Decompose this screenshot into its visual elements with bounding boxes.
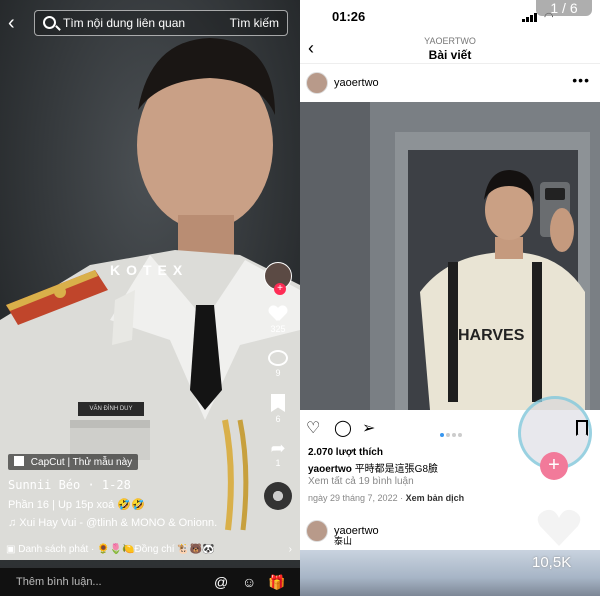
heart-icon[interactable]: ♡ bbox=[306, 418, 320, 438]
carousel-dots bbox=[440, 424, 464, 442]
like-count[interactable]: 2.070 lượt thích bbox=[308, 447, 383, 458]
send-icon[interactable]: ➢ bbox=[362, 418, 375, 438]
image-pager: 1 / 6 bbox=[536, 0, 592, 16]
capcut-icon bbox=[14, 456, 24, 466]
save-button[interactable]: 6 bbox=[262, 394, 294, 424]
gift-icon[interactable]: 🎁 bbox=[268, 574, 285, 591]
comment-bar: Thêm bình luận... @ ☺ 🎁 bbox=[0, 568, 300, 596]
avatar[interactable] bbox=[306, 72, 328, 94]
view-comments-link[interactable]: Xem tất cả 19 bình luận bbox=[308, 476, 414, 487]
playlist-bar[interactable]: ▣ Danh sách phát · 🌻🌷🍋Đồng chí 🐮🐻🐼 › bbox=[6, 544, 296, 555]
more-icon[interactable]: ••• bbox=[572, 72, 590, 88]
name-tag: VĂN ĐÌNH DUY bbox=[78, 402, 144, 416]
chevron-right-icon: › bbox=[288, 544, 292, 555]
like-count: 325 bbox=[270, 324, 286, 334]
creator-username[interactable]: Sunnii Béo · 1-28 bbox=[8, 478, 258, 492]
watermark-text: KOTEX bbox=[110, 262, 189, 278]
post-caption: yaoertwo 平時都是這張G8臉 bbox=[308, 460, 438, 475]
emoji-icon[interactable]: ☺ bbox=[242, 574, 256, 590]
playlist-label: Danh sách phát · 🌻🌷🍋Đồng chí 🐮🐻🐼 bbox=[18, 544, 215, 555]
avatar[interactable] bbox=[306, 520, 328, 542]
mention-icon[interactable]: @ bbox=[214, 574, 228, 590]
video-caption: CapCut | Thử mẫu này Sunnii Béo · 1-28 P… bbox=[8, 452, 258, 529]
capcut-template-link[interactable]: CapCut | Thử mẫu này bbox=[8, 454, 139, 470]
shirt-text: HARVES bbox=[458, 327, 525, 344]
status-time: 01:26 bbox=[332, 9, 366, 24]
signal-icon bbox=[522, 12, 538, 22]
comment-icon[interactable]: ◯ bbox=[334, 418, 352, 438]
post-image[interactable]: HARVES bbox=[300, 102, 600, 410]
share-button[interactable]: ➦ 1 bbox=[262, 438, 294, 468]
like-button[interactable]: 325 bbox=[262, 306, 294, 334]
post-location: 泰山 bbox=[334, 536, 353, 546]
caption-text: 平時都是這張G8臉 bbox=[354, 464, 439, 475]
capcut-label: CapCut | Thử mẫu này bbox=[30, 457, 133, 468]
search-button[interactable]: Tìm kiếm bbox=[230, 16, 279, 30]
post-author-row: yaoertwo ••• bbox=[300, 70, 600, 98]
search-icon bbox=[43, 16, 56, 29]
header-username: YAOERTWO bbox=[424, 36, 476, 46]
page-title: Bài viết bbox=[428, 48, 472, 62]
comment-input[interactable]: Thêm bình luận... bbox=[16, 576, 102, 588]
share-count: 1 bbox=[275, 458, 281, 468]
heart-icon bbox=[269, 306, 287, 322]
search-input[interactable]: Tìm nội dung liên quan Tìm kiếm bbox=[34, 10, 288, 36]
post-date: ngày 29 tháng 7, 2022 bbox=[308, 493, 398, 503]
post-username[interactable]: yaoertwo bbox=[334, 77, 379, 89]
tiktok-screen: VĂN ĐÌNH DUY ‹ Tìm nội dung liên quan Tì… bbox=[0, 0, 300, 596]
creator-avatar[interactable]: + bbox=[264, 262, 292, 295]
translate-link[interactable]: Xem bản dịch bbox=[406, 493, 465, 503]
post-header: ‹ YAOERTWO Bài viết bbox=[300, 34, 600, 64]
action-sidebar: + 325 9 6 ➦ 1 bbox=[262, 262, 294, 510]
overlay-like-count: 10,5K bbox=[532, 554, 572, 571]
heart-icon bbox=[537, 509, 581, 546]
instagram-screen: 01:26 ◠ 1 / 6 ‹ YAOERTWO Bài viết yaoert… bbox=[300, 0, 600, 596]
back-icon[interactable]: ‹ bbox=[8, 12, 15, 35]
status-bar: 01:26 ◠ 1 / 6 bbox=[300, 0, 600, 30]
search-placeholder: Tìm nội dung liên quan bbox=[63, 16, 186, 30]
music-title[interactable]: ♫ Xui Hay Vui - @tlinh & MONO & Onionn. bbox=[8, 517, 258, 529]
comment-count: 9 bbox=[275, 368, 281, 378]
plus-icon[interactable]: + bbox=[540, 452, 568, 480]
bookmark-icon bbox=[271, 394, 285, 412]
search-bar: ‹ Tìm nội dung liên quan Tìm kiếm bbox=[0, 8, 300, 38]
share-icon: ➦ bbox=[270, 438, 286, 458]
video-description: Phần 16 | Up 15p xoá 🤣🤣 bbox=[8, 499, 145, 511]
music-disc-icon[interactable] bbox=[264, 482, 292, 510]
comment-button[interactable]: 9 bbox=[262, 350, 294, 378]
caption-username[interactable]: yaoertwo bbox=[308, 464, 352, 475]
follow-plus-icon[interactable]: + bbox=[274, 283, 286, 295]
save-count: 6 bbox=[275, 414, 281, 424]
comment-icon bbox=[268, 350, 288, 366]
playlist-icon: ▣ bbox=[6, 544, 19, 555]
post-date-row: ngày 29 tháng 7, 2022 · Xem bản dịch bbox=[308, 493, 465, 503]
